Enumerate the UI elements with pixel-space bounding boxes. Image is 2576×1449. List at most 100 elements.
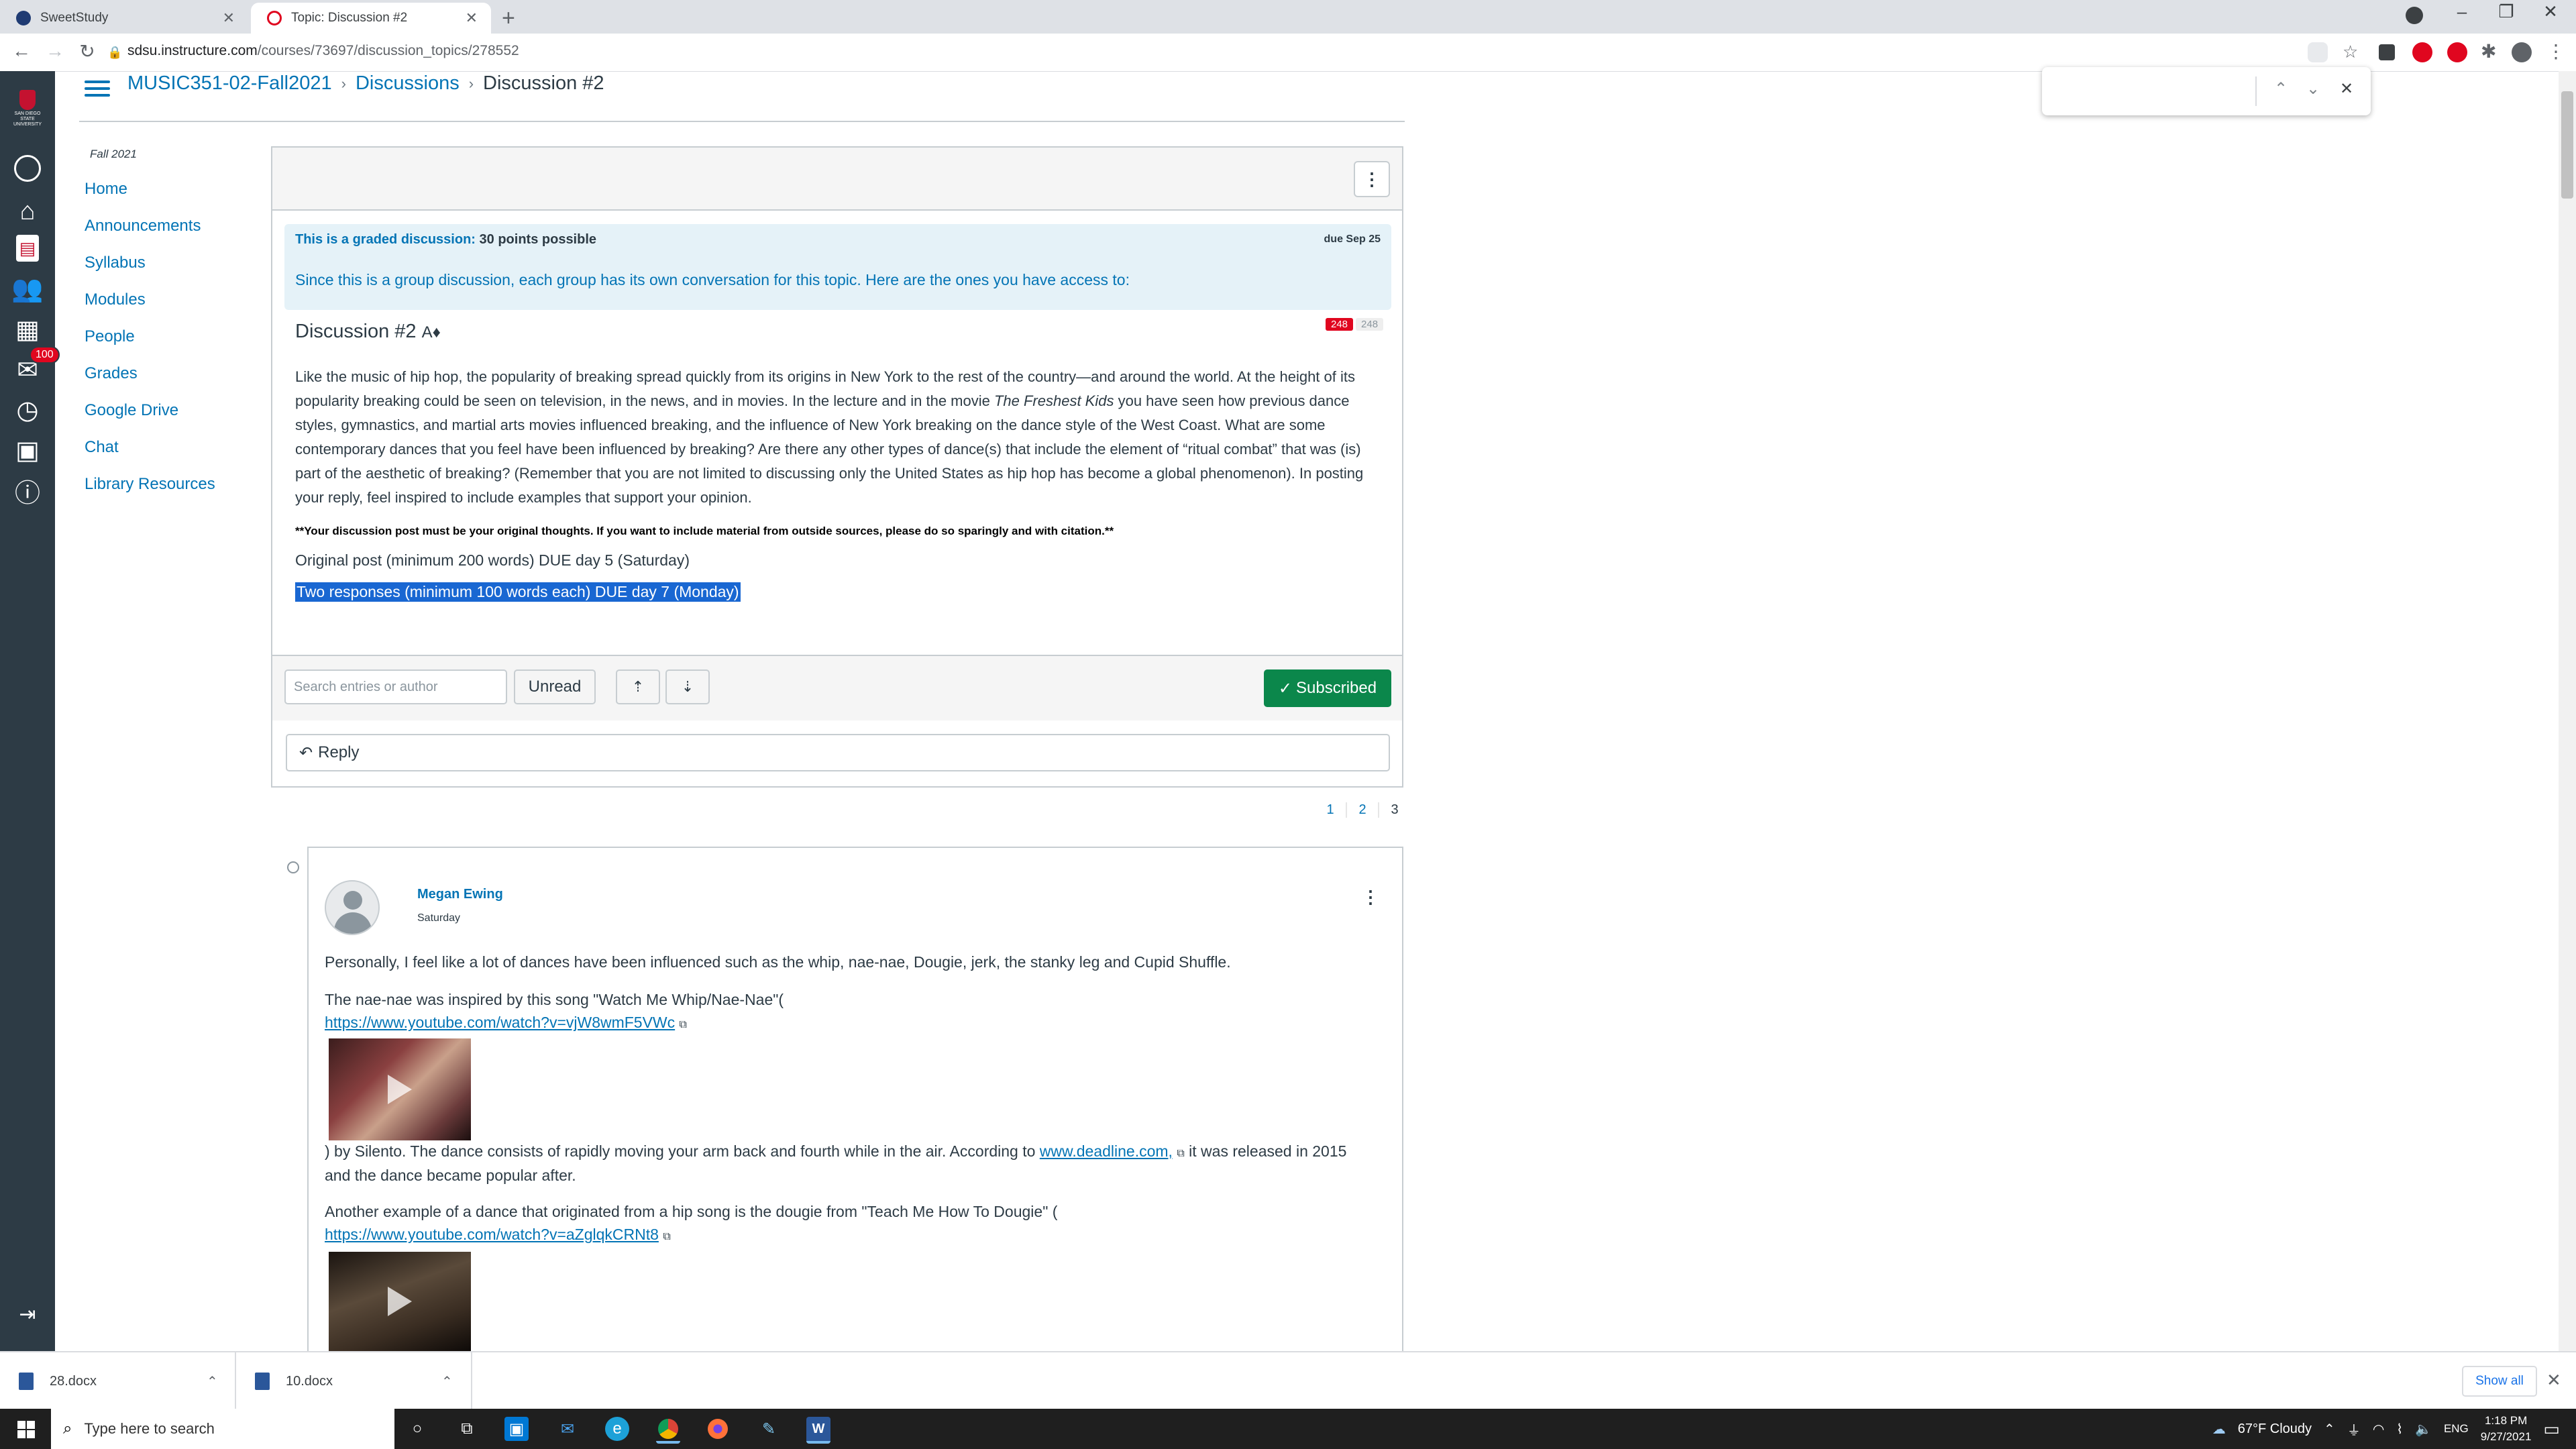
tab-discussion[interactable]: Topic: Discussion #2 ✕ bbox=[251, 3, 491, 34]
forward-arrow-icon[interactable]: → bbox=[42, 40, 68, 62]
reload-icon[interactable]: ↻ bbox=[74, 40, 101, 62]
sweetstudy-favicon-icon bbox=[16, 11, 31, 25]
volume-icon[interactable]: 🔈 bbox=[2415, 1421, 2432, 1438]
word-taskbar-icon[interactable]: W bbox=[806, 1417, 830, 1444]
page-2-link[interactable]: 2 bbox=[1347, 802, 1379, 818]
course-nav-grades[interactable]: Grades bbox=[85, 364, 215, 401]
notifications-icon[interactable]: ▭ bbox=[2543, 1419, 2560, 1440]
opera-extension-icon[interactable] bbox=[2412, 42, 2432, 62]
network-icon[interactable]: ⌇ bbox=[2396, 1421, 2403, 1438]
video-thumbnail-dougie[interactable] bbox=[329, 1252, 471, 1351]
deadline-link[interactable]: www.deadline.com, bbox=[1040, 1142, 1173, 1160]
usb-icon[interactable]: ⏚ bbox=[2347, 1419, 2361, 1439]
taskbar-search-box[interactable]: ⌕ Type here to search bbox=[51, 1409, 394, 1449]
breadcrumb-discussions[interactable]: Discussions bbox=[356, 72, 460, 95]
window-close-icon[interactable]: ✕ bbox=[2530, 1, 2571, 22]
help-icon[interactable]: ⓘ bbox=[11, 474, 44, 508]
dashboard-icon[interactable]: ⌂ bbox=[11, 195, 44, 228]
collapse-replies-icon[interactable]: ⇡ bbox=[616, 669, 660, 704]
hamburger-menu-icon[interactable] bbox=[85, 76, 110, 101]
chrome-menu-icon[interactable]: ⋮ bbox=[2546, 40, 2565, 62]
expand-replies-icon[interactable]: ⇣ bbox=[665, 669, 710, 704]
show-all-downloads-button[interactable]: Show all bbox=[2462, 1366, 2537, 1397]
weather-text[interactable]: 67°F Cloudy bbox=[2238, 1421, 2312, 1437]
windows-start-icon[interactable] bbox=[17, 1421, 35, 1438]
page-info-icon[interactable] bbox=[2308, 42, 2328, 62]
history-clock-icon[interactable]: ◷ bbox=[11, 393, 44, 427]
restore-icon[interactable]: ❐ bbox=[2486, 1, 2526, 22]
course-nav-people[interactable]: People bbox=[85, 327, 215, 364]
subscribed-button[interactable]: ✓ Subscribed bbox=[1264, 669, 1391, 707]
puzzle-extensions-icon[interactable]: ✱ bbox=[2481, 40, 2496, 62]
breadcrumb-course[interactable]: MUSIC351-02-Fall2021 bbox=[127, 72, 332, 95]
youtube-link-dougie[interactable]: https://www.youtube.com/watch?v=aZglqkCR… bbox=[325, 1226, 659, 1243]
collapse-nav-icon[interactable]: ⇥ bbox=[11, 1297, 44, 1331]
adblock-extension-icon[interactable] bbox=[2447, 42, 2467, 62]
language-indicator[interactable]: ENG bbox=[2444, 1422, 2469, 1436]
course-nav-syllabus[interactable]: Syllabus bbox=[85, 254, 215, 290]
tab-search-icon[interactable] bbox=[2406, 7, 2423, 24]
back-arrow-icon[interactable]: ← bbox=[8, 40, 35, 62]
address-bar[interactable]: sdsu.instructure.com/courses/73697/discu… bbox=[127, 43, 519, 59]
sdsu-logo[interactable]: SAN DIEGO STATE UNIVERSITY bbox=[9, 90, 46, 129]
search-entries-input[interactable] bbox=[284, 669, 507, 704]
close-tab-icon[interactable]: ✕ bbox=[223, 9, 235, 27]
play-icon bbox=[388, 1075, 412, 1104]
cortana-icon[interactable]: ○ bbox=[405, 1417, 429, 1441]
read-status-indicator[interactable] bbox=[287, 861, 299, 873]
entry-author[interactable]: Megan Ewing bbox=[417, 887, 503, 902]
page-3-link[interactable]: 3 bbox=[1379, 802, 1410, 818]
course-nav-announcements[interactable]: Announcements bbox=[85, 217, 215, 254]
new-tab-plus-icon[interactable]: + bbox=[502, 5, 515, 32]
account-icon[interactable] bbox=[11, 152, 44, 185]
calendar-icon[interactable]: ▦ bbox=[11, 313, 44, 346]
courses-icon[interactable]: ▤ bbox=[16, 235, 39, 262]
close-tab-icon[interactable]: ✕ bbox=[466, 9, 478, 27]
download-item[interactable]: 28.docx ⌃ bbox=[0, 1352, 236, 1410]
download-item[interactable]: 10.docx ⌃ bbox=[236, 1352, 472, 1410]
wifi-icon[interactable]: ◠ bbox=[2373, 1421, 2384, 1438]
chevron-up-icon[interactable]: ⌃ bbox=[207, 1373, 218, 1390]
minimize-icon[interactable]: – bbox=[2442, 1, 2482, 22]
app-pen-icon[interactable]: ✎ bbox=[757, 1417, 781, 1441]
scrollbar-thumb[interactable] bbox=[2561, 91, 2573, 199]
course-nav-home[interactable]: Home bbox=[85, 180, 215, 217]
studio-icon[interactable]: ▣ bbox=[11, 433, 44, 467]
immersive-reader-icon[interactable]: A♦ bbox=[422, 323, 441, 341]
course-nav-chat[interactable]: Chat bbox=[85, 438, 215, 475]
entry-counts: 248 248 bbox=[1326, 318, 1384, 331]
due-date: due Sep 25 bbox=[1324, 233, 1381, 245]
profile-avatar-icon[interactable] bbox=[2512, 42, 2532, 62]
find-previous-icon[interactable]: ⌃ bbox=[2274, 79, 2288, 99]
find-next-icon[interactable]: ⌄ bbox=[2306, 79, 2320, 99]
find-input[interactable] bbox=[2051, 76, 2249, 107]
page-1-link[interactable]: 1 bbox=[1315, 802, 1347, 818]
chrome-taskbar-icon[interactable] bbox=[656, 1417, 680, 1444]
chevron-up-icon[interactable]: ⌃ bbox=[441, 1373, 453, 1390]
course-nav-modules[interactable]: Modules bbox=[85, 290, 215, 327]
topic-options-kebab-icon[interactable]: ⋮ bbox=[1354, 161, 1390, 197]
unread-filter-button[interactable]: Unread bbox=[514, 669, 596, 704]
mail-icon[interactable]: ✉ bbox=[555, 1417, 580, 1441]
extension-icon[interactable] bbox=[2379, 44, 2395, 60]
find-close-icon[interactable]: ✕ bbox=[2340, 79, 2353, 99]
course-nav-library-resources[interactable]: Library Resources bbox=[85, 475, 215, 512]
edge-icon[interactable]: e bbox=[605, 1417, 629, 1441]
page-scrollbar[interactable] bbox=[2559, 71, 2576, 1351]
close-download-shelf-icon[interactable]: ✕ bbox=[2546, 1370, 2561, 1391]
entry-paragraph: Personally, I feel like a lot of dances … bbox=[325, 953, 1231, 971]
avatar[interactable] bbox=[325, 880, 380, 935]
firefox-icon[interactable] bbox=[706, 1417, 730, 1441]
youtube-link-whip[interactable]: https://www.youtube.com/watch?v=vjW8wmF5… bbox=[325, 1014, 675, 1031]
groups-icon[interactable]: 👥 bbox=[11, 272, 44, 306]
tab-sweetstudy[interactable]: SweetStudy ✕ bbox=[0, 3, 248, 34]
course-nav-google-drive[interactable]: Google Drive bbox=[85, 401, 215, 438]
video-thumbnail-whip[interactable] bbox=[329, 1038, 471, 1140]
store-icon[interactable]: ▣ bbox=[504, 1417, 529, 1441]
entry-options-kebab-icon[interactable]: ⋮ bbox=[1362, 887, 1379, 908]
task-view-icon[interactable]: ⧉ bbox=[455, 1417, 479, 1441]
reply-button[interactable]: ↶ Reply bbox=[286, 734, 1390, 771]
show-hidden-icons-chevron-icon[interactable]: ⌃ bbox=[2324, 1421, 2335, 1438]
bookmark-star-icon[interactable]: ☆ bbox=[2343, 42, 2358, 62]
clock[interactable]: 1:18 PM 9/27/2021 bbox=[2481, 1413, 2532, 1445]
